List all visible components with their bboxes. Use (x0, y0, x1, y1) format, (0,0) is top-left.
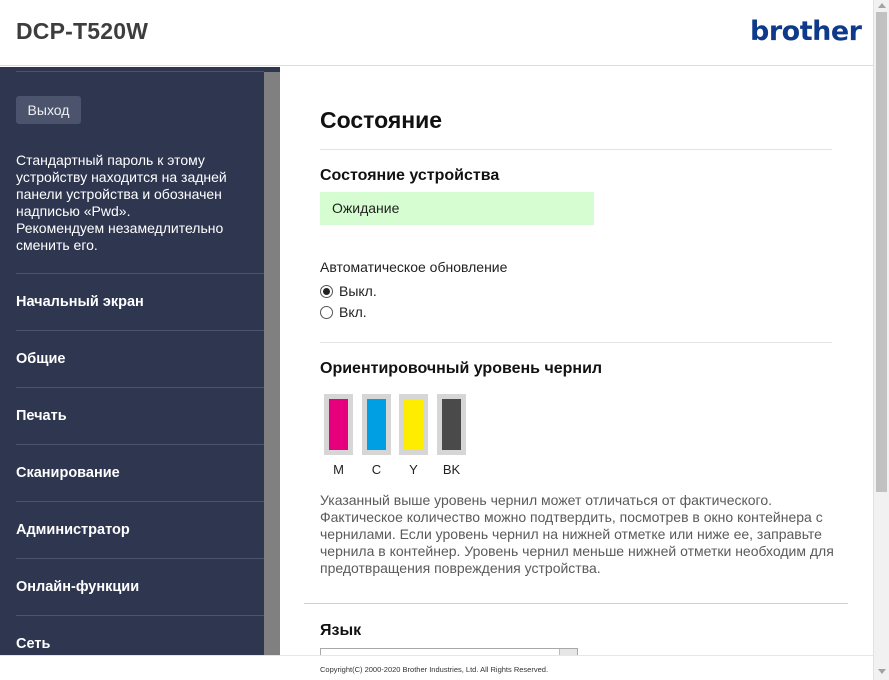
auto-refresh-on-option[interactable]: Вкл. (320, 304, 367, 320)
sidebar-item-scan[interactable]: Сканирование (16, 444, 264, 501)
footer: Copyright(C) 2000-2020 Brother Industrie… (0, 655, 873, 680)
radio-off[interactable] (320, 284, 333, 298)
model-name: DCP-T520W (16, 18, 149, 44)
radio-off-label: Выкл. (339, 283, 377, 299)
scroll-up-arrow-icon[interactable] (878, 3, 886, 8)
title-divider (320, 149, 832, 150)
ink-cartridge-m (324, 394, 353, 455)
radio-on[interactable] (320, 305, 333, 319)
brother-logo[interactable]: brother (750, 16, 862, 47)
language-divider (304, 603, 848, 604)
section-divider (320, 342, 832, 343)
ink-level-heading: Ориентировочный уровень чернил (320, 360, 603, 377)
ink-fill-m (329, 399, 348, 450)
sidebar: Выход Стандартный пароль к этому устройс… (0, 67, 280, 655)
scroll-down-arrow-icon[interactable] (878, 669, 886, 674)
sidebar-nav: Начальный экран Общие Печать Сканировани… (16, 273, 264, 655)
auto-refresh-off-option[interactable]: Выкл. (320, 283, 377, 299)
sidebar-item-network[interactable]: Сеть (16, 615, 264, 655)
sidebar-scrollbar[interactable] (264, 72, 280, 655)
ink-label-y: Y (409, 462, 418, 477)
ink-cartridge-y (399, 394, 428, 455)
sidebar-item-print[interactable]: Печать (16, 387, 264, 444)
language-select[interactable] (320, 648, 578, 655)
device-status-badge: Ожидание (320, 192, 594, 225)
sidebar-item-administrator[interactable]: Администратор (16, 501, 264, 558)
password-notice-text: Стандартный пароль к этому устройству на… (16, 152, 227, 253)
scrollbar-thumb[interactable] (876, 12, 887, 492)
language-heading: Язык (320, 622, 362, 639)
ink-fill-c (367, 399, 386, 450)
ink-cartridge-bk (437, 394, 466, 455)
ink-label-bk: BK (442, 462, 461, 477)
ink-label-m: M (333, 462, 344, 477)
copyright-text: Copyright(C) 2000-2020 Brother Industrie… (320, 665, 549, 674)
ink-cartridge-c (362, 394, 391, 455)
page-title: Состояние (320, 107, 443, 133)
device-status-heading: Состояние устройства (320, 167, 500, 184)
radio-on-label: Вкл. (339, 304, 367, 320)
sidebar-item-online-functions[interactable]: Онлайн-функции (16, 558, 264, 615)
logout-button[interactable]: Выход (16, 96, 81, 124)
ink-label-c: C (371, 462, 382, 477)
main-content: Состояние Состояние устройства Ожидание … (280, 67, 873, 655)
window-scrollbar[interactable] (873, 0, 889, 680)
ink-fill-y (404, 399, 423, 450)
header: DCP-T520W brother (0, 0, 873, 66)
ink-fill-bk (442, 399, 461, 450)
auto-refresh-label: Автоматическое обновление (320, 259, 508, 275)
sidebar-item-home[interactable]: Начальный экран (16, 273, 264, 330)
password-notice: Стандартный пароль к этому устройству на… (16, 152, 252, 254)
ink-level-note: Указанный выше уровень чернил может отли… (320, 492, 834, 576)
sidebar-divider (16, 71, 264, 72)
sidebar-item-general[interactable]: Общие (16, 330, 264, 387)
